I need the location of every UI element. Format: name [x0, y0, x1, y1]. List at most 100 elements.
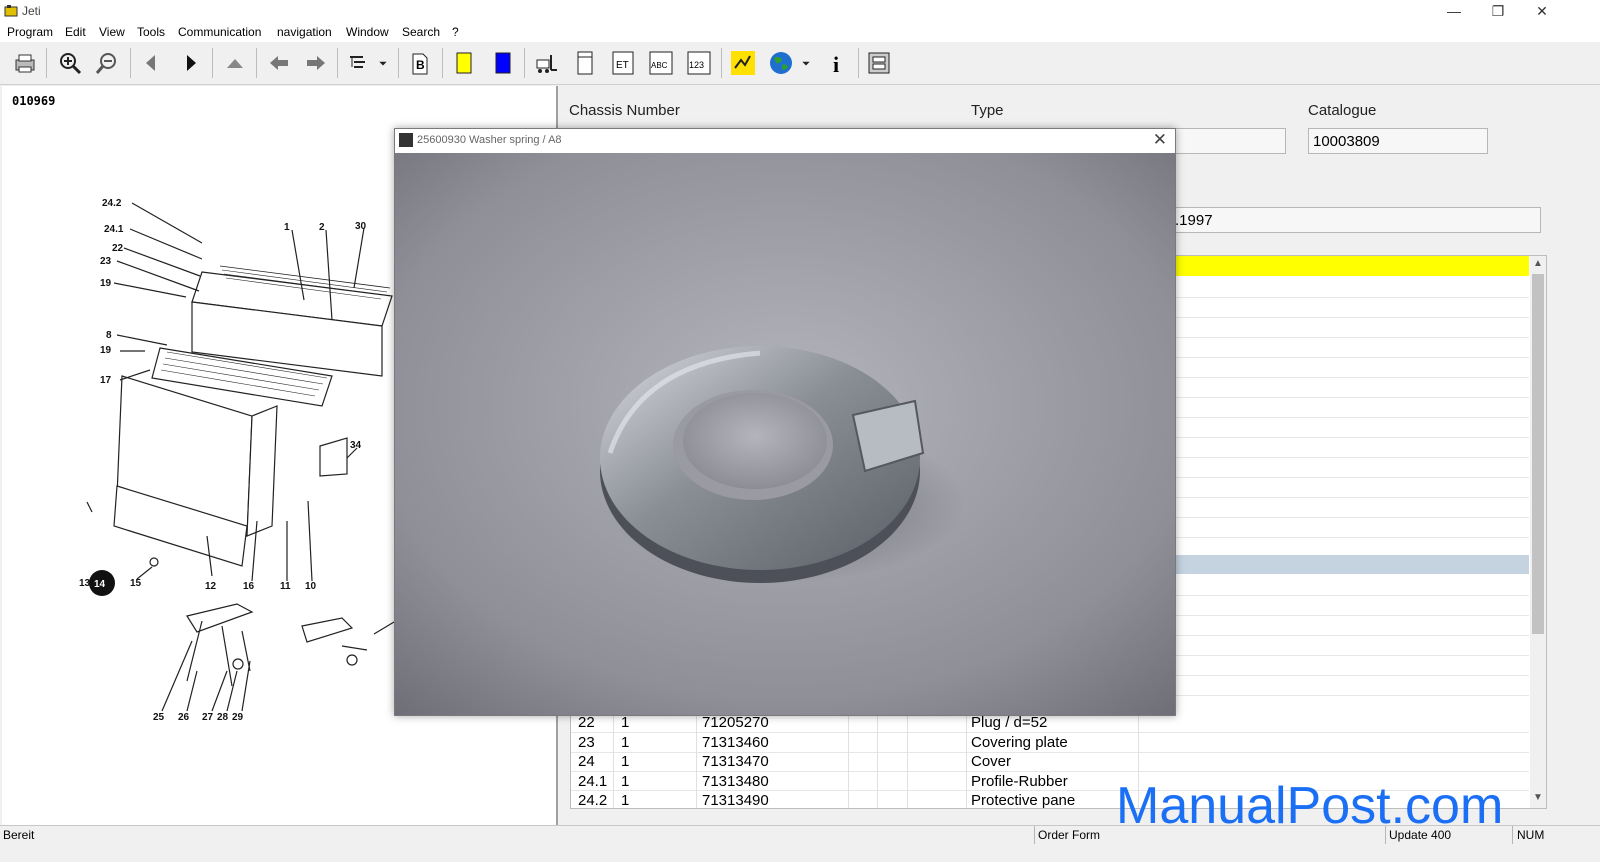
close-button[interactable]: ✕ [1520, 0, 1564, 24]
document-button[interactable] [570, 48, 600, 78]
type-label: Type [971, 102, 1004, 119]
123-icon: 123 [687, 51, 711, 75]
window-title: Jeti [22, 4, 41, 18]
globe-button[interactable] [766, 48, 796, 78]
next-icon [187, 55, 196, 71]
zoom-in-button[interactable] [55, 48, 85, 78]
next-button[interactable] [176, 48, 206, 78]
type-field[interactable] [1170, 128, 1286, 154]
b-bookmark-button[interactable]: B [405, 48, 435, 78]
assembly-icon [731, 51, 755, 75]
menu-program[interactable]: Program [7, 25, 53, 39]
menu-tools[interactable]: Tools [137, 25, 165, 39]
dialog-title: 25600930 Washer spring / A8 [417, 134, 562, 146]
svg-text:B: B [416, 58, 425, 72]
menu-communication[interactable]: Communication [178, 25, 261, 39]
b-bookmark-icon: B [412, 53, 428, 75]
menu-edit[interactable]: Edit [65, 25, 86, 39]
svg-text:22: 22 [112, 243, 124, 254]
svg-text:12: 12 [205, 581, 217, 592]
back-button[interactable] [264, 48, 294, 78]
number-button[interactable]: 123 [684, 48, 714, 78]
abc-button[interactable]: ABC [646, 48, 676, 78]
svg-text:ET: ET [616, 60, 629, 71]
menu-search[interactable]: Search [402, 25, 440, 39]
forward-button[interactable] [301, 48, 331, 78]
forklift-button[interactable] [531, 48, 561, 78]
svg-text:23: 23 [100, 256, 112, 267]
back-icon [270, 56, 288, 70]
svg-text:10: 10 [305, 581, 317, 592]
print-button[interactable] [10, 48, 40, 78]
up-button[interactable] [220, 48, 250, 78]
svg-text:24.2: 24.2 [102, 198, 122, 209]
svg-text:24.1: 24.1 [104, 224, 124, 235]
catalogue-field[interactable]: 10003809 [1308, 128, 1488, 154]
svg-text:8: 8 [106, 330, 112, 341]
print-icon [15, 54, 35, 73]
archive-icon [868, 52, 890, 74]
tree-view-dropdown[interactable] [375, 48, 391, 78]
document-icon [577, 51, 593, 75]
chevron-down-icon [379, 61, 387, 66]
status-text: Bereit [3, 828, 35, 842]
table-row[interactable]: 23 1 71313460 Covering plate [571, 733, 1529, 752]
svg-text:15: 15 [130, 578, 142, 589]
svg-text:27: 27 [202, 712, 214, 723]
table-row[interactable]: 24 1 71313470 Cover [571, 752, 1529, 771]
info-button[interactable]: i [822, 48, 852, 78]
zoom-in-icon [60, 53, 82, 75]
svg-text:2: 2 [319, 222, 325, 233]
svg-text:29: 29 [232, 712, 244, 723]
archive-button[interactable] [864, 48, 894, 78]
svg-text:14: 14 [94, 579, 106, 590]
globe-dropdown[interactable] [798, 48, 814, 78]
up-icon [227, 59, 243, 68]
et-icon: ET [612, 51, 634, 75]
et-button[interactable]: ET [608, 48, 638, 78]
menu-navigation[interactable]: navigation [277, 25, 332, 39]
abc-icon: ABC [649, 51, 673, 75]
svg-text:30: 30 [355, 221, 367, 232]
chassis-number-label: Chassis Number [569, 102, 680, 119]
scroll-thumb[interactable] [1532, 274, 1544, 634]
tree-view-button[interactable] [345, 48, 375, 78]
restore-button[interactable]: ❐ [1476, 0, 1520, 24]
dialog-app-icon [399, 133, 413, 147]
minimize-button[interactable]: — [1432, 0, 1476, 24]
watermark-text: ManualPost.com [1116, 777, 1504, 835]
svg-text:1: 1 [284, 222, 290, 233]
svg-text:19: 19 [100, 345, 112, 356]
chevron-down-icon [802, 61, 810, 66]
svg-text:26: 26 [178, 712, 190, 723]
catalogue-label: Catalogue [1308, 102, 1377, 119]
menu-view[interactable]: View [99, 25, 125, 39]
date-field[interactable]: .1997 [1170, 207, 1541, 233]
svg-text:13: 13 [79, 578, 91, 589]
svg-text:19: 19 [100, 278, 112, 289]
menu-window[interactable]: Window [346, 25, 389, 39]
assembly-button[interactable] [728, 48, 758, 78]
scroll-down-icon[interactable]: ▼ [1533, 792, 1543, 803]
svg-text:16: 16 [243, 581, 255, 592]
forward-icon [307, 56, 325, 70]
part-image-dialog[interactable]: 25600930 Washer spring / A8 ✕ [394, 128, 1176, 716]
order-form-status[interactable]: Order Form [1038, 828, 1100, 842]
highlighted-callout-14[interactable]: 14 [89, 570, 115, 596]
scroll-up-icon[interactable]: ▲ [1533, 258, 1543, 269]
menu-help[interactable]: ? [452, 25, 459, 39]
svg-text:123: 123 [689, 60, 704, 70]
previous-button[interactable] [136, 48, 166, 78]
yellow-marker-button[interactable] [449, 48, 479, 78]
info-icon: i [833, 52, 839, 76]
dialog-close-button[interactable]: ✕ [1153, 130, 1167, 150]
blue-marker-button[interactable] [488, 48, 518, 78]
svg-text:34: 34 [350, 440, 362, 451]
svg-text:25: 25 [153, 712, 165, 723]
vertical-scrollbar[interactable]: ▲ ▼ [1530, 256, 1546, 808]
svg-text:i: i [833, 52, 839, 76]
svg-text:11: 11 [280, 581, 291, 592]
menu-bar: Program Edit View Tools Communication na… [0, 24, 1600, 42]
forklift-icon [536, 55, 557, 73]
zoom-out-button[interactable] [93, 48, 123, 78]
